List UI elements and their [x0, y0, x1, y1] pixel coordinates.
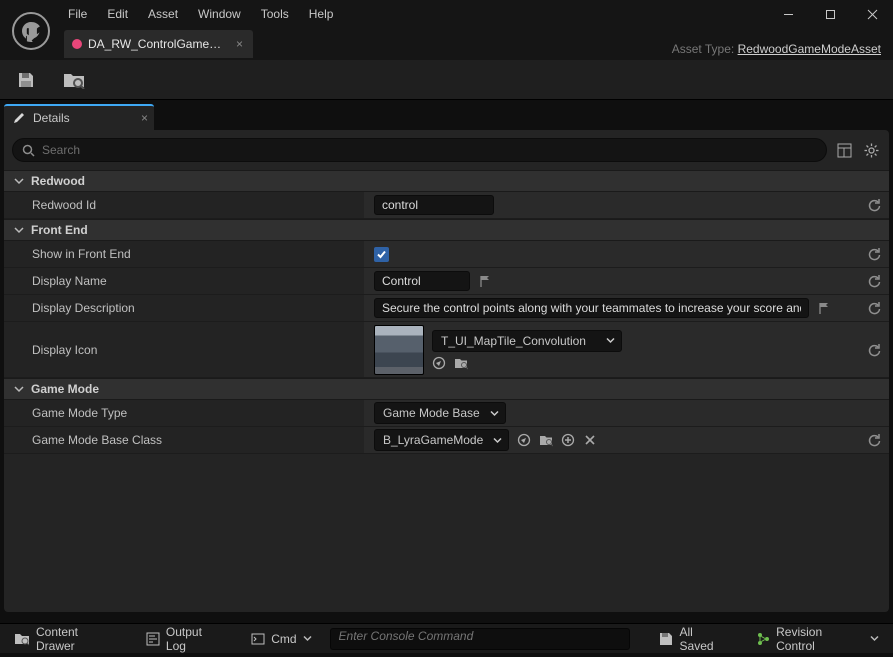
use-selected-class-button[interactable]	[517, 433, 531, 447]
localize-flag-icon[interactable]	[817, 301, 831, 315]
window-maximize-button[interactable]	[809, 0, 851, 28]
toolbar	[0, 60, 893, 100]
console-command-input[interactable]	[330, 628, 630, 650]
save-all-icon	[658, 632, 674, 646]
category-redwood[interactable]: Redwood	[4, 170, 889, 192]
localize-flag-icon[interactable]	[478, 274, 492, 288]
prop-game-mode-type: Game Mode Type Game Mode Base	[4, 400, 889, 427]
property-matrix-button[interactable]	[834, 140, 854, 160]
menu-window[interactable]: Window	[188, 3, 251, 25]
details-search-input[interactable]	[42, 143, 817, 157]
browse-class-button[interactable]	[539, 433, 553, 447]
chevron-down-icon	[303, 634, 312, 643]
tab-bar: DA_RW_ControlGameM… × Asset Type: Redwoo…	[0, 28, 893, 60]
browse-to-asset-button[interactable]	[54, 63, 94, 97]
window-close-button[interactable]	[851, 0, 893, 28]
cmd-dropdown[interactable]: Cmd	[243, 628, 319, 650]
browse-asset-button[interactable]	[454, 356, 468, 370]
display-icon-thumbnail[interactable]	[374, 325, 424, 375]
menu-file[interactable]: File	[58, 3, 97, 25]
menu-asset[interactable]: Asset	[138, 3, 188, 25]
source-control-icon	[756, 632, 770, 646]
prop-display-icon: Display Icon T_UI_MapTile_Convolution	[4, 322, 889, 378]
menu-tools[interactable]: Tools	[251, 3, 299, 25]
game-mode-base-class-dropdown[interactable]: B_LyraGameMode	[374, 429, 509, 451]
status-bar: Content Drawer Output Log Cmd All Saved …	[0, 623, 893, 653]
asset-type-link[interactable]: RedwoodGameModeAsset	[738, 42, 881, 56]
asset-tab-close-button[interactable]: ×	[234, 37, 245, 51]
save-button[interactable]	[6, 63, 46, 97]
details-panel-tab[interactable]: Details ×	[4, 104, 154, 130]
reset-show-button[interactable]	[867, 247, 881, 261]
clear-class-button[interactable]	[583, 433, 597, 447]
all-saved-button[interactable]: All Saved	[650, 621, 739, 657]
prop-show-in-front-end: Show in Front End	[4, 241, 889, 268]
terminal-icon	[251, 632, 265, 646]
menu-bar: File Edit Asset Window Tools Help	[0, 0, 893, 28]
game-mode-type-dropdown[interactable]: Game Mode Base	[374, 402, 506, 424]
settings-gear-button[interactable]	[861, 140, 881, 160]
folder-icon	[14, 632, 30, 646]
chevron-down-icon	[14, 225, 24, 235]
menu-help[interactable]: Help	[299, 3, 344, 25]
reset-display-desc-button[interactable]	[867, 301, 881, 315]
chevron-down-icon	[14, 384, 24, 394]
content-drawer-button[interactable]: Content Drawer	[6, 621, 128, 657]
pencil-icon	[12, 111, 26, 125]
display-description-input[interactable]	[374, 298, 809, 318]
output-log-icon	[146, 632, 160, 646]
reset-display-icon-button[interactable]	[867, 343, 881, 357]
search-icon	[22, 144, 35, 157]
new-class-button[interactable]	[561, 433, 575, 447]
category-game-mode[interactable]: Game Mode	[4, 378, 889, 400]
unreal-logo	[12, 12, 50, 50]
revision-control-button[interactable]: Revision Control	[748, 621, 887, 657]
chevron-down-icon	[870, 634, 879, 643]
chevron-down-icon	[606, 336, 615, 345]
use-selected-asset-button[interactable]	[432, 356, 446, 370]
data-asset-icon	[72, 39, 82, 49]
display-name-input[interactable]	[374, 271, 470, 291]
reset-redwood-id-button[interactable]	[867, 198, 881, 212]
reset-base-class-button[interactable]	[867, 433, 881, 447]
reset-display-name-button[interactable]	[867, 274, 881, 288]
details-search[interactable]	[12, 138, 827, 162]
details-panel-title: Details	[33, 111, 70, 125]
prop-game-mode-base-class: Game Mode Base Class B_LyraGameMode	[4, 427, 889, 454]
chevron-down-icon	[14, 176, 24, 186]
prop-display-name: Display Name	[4, 268, 889, 295]
window-minimize-button[interactable]	[767, 0, 809, 28]
output-log-button[interactable]: Output Log	[138, 621, 233, 657]
asset-type-label: Asset Type: RedwoodGameModeAsset	[672, 42, 881, 56]
prop-redwood-id: Redwood Id	[4, 192, 889, 219]
asset-tab-label: DA_RW_ControlGameM…	[88, 37, 228, 51]
details-panel-close-button[interactable]: ×	[141, 111, 148, 125]
redwood-id-input[interactable]	[374, 195, 494, 215]
chevron-down-icon	[490, 409, 499, 418]
category-front-end[interactable]: Front End	[4, 219, 889, 241]
prop-display-description: Display Description	[4, 295, 889, 322]
chevron-down-icon	[493, 436, 502, 445]
show-in-front-end-checkbox[interactable]	[374, 247, 389, 262]
menu-edit[interactable]: Edit	[97, 3, 138, 25]
display-icon-asset-picker[interactable]: T_UI_MapTile_Convolution	[432, 330, 622, 352]
asset-tab[interactable]: DA_RW_ControlGameM… ×	[64, 30, 253, 58]
